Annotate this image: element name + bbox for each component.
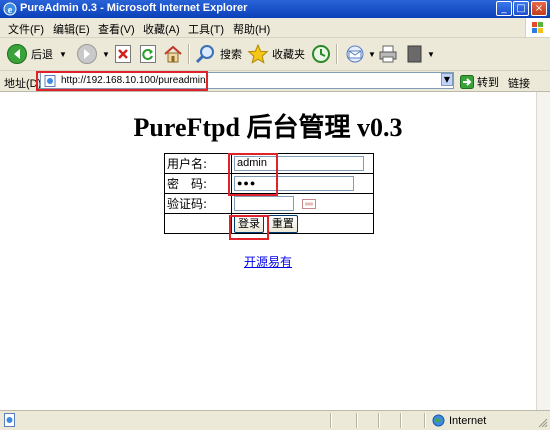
address-input[interactable]: http://192.168.10.100/pureadmin/ bbox=[40, 72, 454, 89]
login-button[interactable]: 登录 bbox=[234, 214, 264, 233]
home-icon bbox=[164, 45, 182, 63]
go-label: 转到 bbox=[477, 77, 499, 89]
go-arrow-icon bbox=[460, 75, 474, 89]
status-separator bbox=[330, 413, 332, 428]
search-icon bbox=[195, 45, 214, 64]
page-icon bbox=[44, 75, 56, 87]
zone-label: Internet bbox=[449, 414, 487, 427]
star-icon bbox=[247, 43, 269, 64]
refresh-button[interactable] bbox=[139, 42, 157, 66]
status-separator bbox=[356, 413, 358, 428]
password-row: 密 码: ●●● bbox=[164, 173, 374, 194]
globe-icon bbox=[432, 414, 445, 427]
username-label: 用户名: bbox=[164, 153, 232, 174]
open-source-link[interactable]: 开源易有 bbox=[0, 253, 536, 270]
address-label: 地址(D) bbox=[4, 78, 42, 90]
menu-help[interactable]: 帮助(H) bbox=[233, 21, 270, 37]
captcha-label: 验证码: bbox=[164, 193, 232, 214]
username-input[interactable]: admin bbox=[234, 156, 364, 171]
mail-icon bbox=[346, 45, 364, 63]
chevron-down-icon[interactable]: ▼ bbox=[59, 50, 67, 59]
title-bar: e PureAdmin 0.3 - Microsoft Internet Exp… bbox=[0, 0, 550, 18]
page-title: PureFtpd 后台管理 v0.3 bbox=[133, 113, 403, 142]
links-button[interactable]: 链接 bbox=[508, 75, 530, 91]
button-cell: 登录 重置 bbox=[231, 213, 374, 234]
back-arrow-icon bbox=[7, 44, 27, 64]
captcha-row: 验证码: bbox=[164, 193, 374, 214]
history-button[interactable] bbox=[310, 42, 332, 66]
stop-button[interactable] bbox=[114, 42, 132, 66]
password-label: 密 码: bbox=[164, 173, 232, 194]
window-title: PureAdmin 0.3 - Microsoft Internet Explo… bbox=[20, 2, 248, 14]
resize-grip-icon[interactable] bbox=[536, 416, 548, 428]
chevron-down-icon[interactable]: ▼ bbox=[102, 50, 110, 59]
empty-cell bbox=[164, 213, 232, 234]
captcha-cell bbox=[231, 193, 374, 214]
toolbar-separator bbox=[336, 44, 338, 64]
status-bar: Internet bbox=[0, 410, 550, 430]
security-zone: Internet bbox=[432, 414, 486, 427]
captcha-input[interactable] bbox=[234, 196, 294, 211]
stop-icon bbox=[115, 45, 131, 63]
menu-tools[interactable]: 工具(T) bbox=[188, 21, 224, 37]
menu-file[interactable]: 文件(F) bbox=[8, 21, 44, 37]
svg-text:e: e bbox=[8, 5, 13, 16]
favorites-label: 收藏夹 bbox=[272, 49, 305, 61]
username-cell: admin bbox=[231, 153, 374, 174]
captcha-image bbox=[302, 198, 316, 209]
chevron-down-icon[interactable]: ▼ bbox=[368, 50, 376, 59]
home-button[interactable] bbox=[163, 42, 183, 66]
button-row: 登录 重置 bbox=[164, 213, 374, 234]
edit-document-icon bbox=[407, 45, 422, 63]
search-button[interactable]: 搜索 bbox=[195, 42, 242, 66]
reset-button[interactable]: 重置 bbox=[267, 214, 298, 233]
menu-edit[interactable]: 编辑(E) bbox=[53, 21, 90, 37]
status-separator bbox=[400, 413, 402, 428]
toolbar-separator bbox=[188, 44, 190, 64]
login-form: 用户名: admin 密 码: ●●● 验证码: 登录 重置 bbox=[164, 153, 374, 234]
refresh-icon bbox=[140, 45, 156, 63]
chevron-down-icon[interactable]: ▼ bbox=[427, 50, 435, 59]
vertical-scrollbar[interactable] bbox=[536, 92, 550, 410]
forward-arrow-icon bbox=[77, 44, 97, 64]
back-label: 后退 bbox=[31, 49, 53, 61]
go-button[interactable]: 转到 bbox=[460, 74, 499, 90]
maximize-button[interactable]: □ bbox=[513, 1, 529, 16]
edit-button[interactable]: ▼ bbox=[405, 42, 435, 66]
windows-logo-icon bbox=[525, 18, 550, 37]
menu-bar: 文件(F) 编辑(E) 查看(V) 收藏(A) 工具(T) 帮助(H) bbox=[0, 18, 550, 38]
address-bar: 地址(D) http://192.168.10.100/pureadmin/ ▼… bbox=[0, 71, 550, 92]
password-cell: ●●● bbox=[231, 173, 374, 194]
favorites-button[interactable]: 收藏夹 bbox=[247, 42, 305, 66]
menu-favorites[interactable]: 收藏(A) bbox=[143, 21, 180, 37]
search-label: 搜索 bbox=[220, 49, 242, 61]
back-button[interactable]: 后退 ▼ bbox=[6, 42, 67, 66]
print-button[interactable] bbox=[377, 42, 399, 66]
username-row: 用户名: admin bbox=[164, 153, 374, 174]
address-url: http://192.168.10.100/pureadmin/ bbox=[61, 75, 209, 86]
status-separator bbox=[424, 413, 426, 428]
history-icon bbox=[312, 45, 330, 63]
toolbar: 后退 ▼ ▼ 搜索 收藏夹 ▼ ▼ bbox=[0, 38, 550, 71]
page-status-icon bbox=[4, 413, 15, 427]
address-dropdown-button[interactable]: ▼ bbox=[441, 73, 453, 86]
mail-button[interactable]: ▼ bbox=[344, 42, 376, 66]
internet-explorer-icon: e bbox=[3, 2, 17, 16]
close-button[interactable]: × bbox=[531, 1, 547, 16]
forward-button[interactable]: ▼ bbox=[76, 42, 110, 66]
minimize-button[interactable]: _ bbox=[496, 1, 512, 16]
status-separator bbox=[378, 413, 380, 428]
password-input[interactable]: ●●● bbox=[234, 176, 354, 191]
menu-view[interactable]: 查看(V) bbox=[98, 21, 135, 37]
printer-icon bbox=[379, 45, 397, 63]
